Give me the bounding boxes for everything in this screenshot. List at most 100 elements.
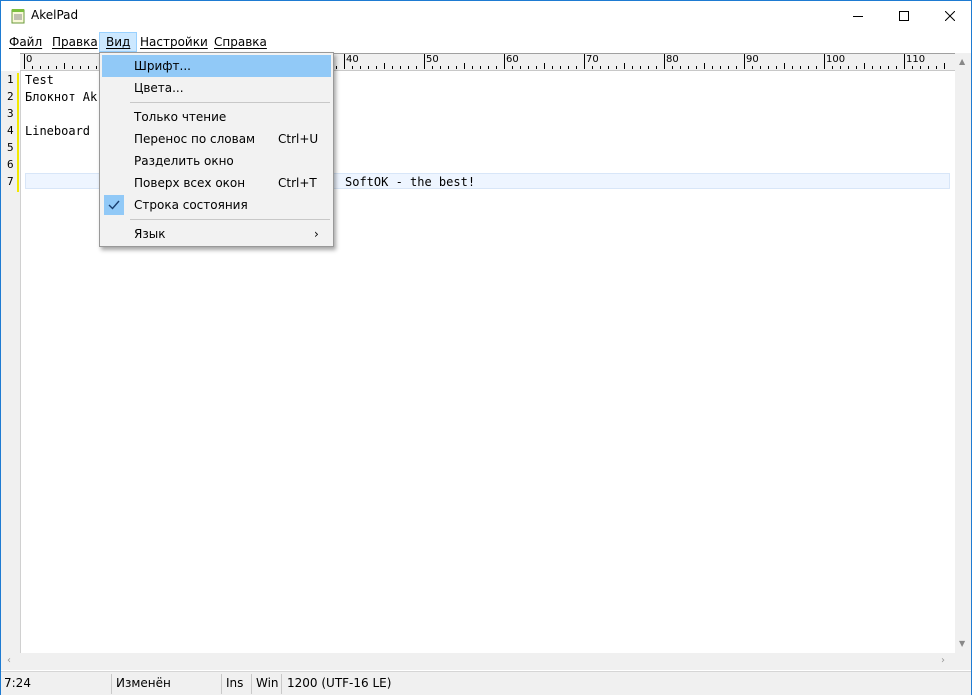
ruler-tick xyxy=(880,66,881,69)
scroll-right-icon[interactable]: › xyxy=(941,655,945,666)
menu-help[interactable]: Справка xyxy=(207,32,274,52)
menu-item-shortcut: Ctrl+U xyxy=(278,132,319,146)
menu-item-split-window[interactable]: Разделить окно xyxy=(102,150,331,172)
ruler-tick xyxy=(616,66,617,69)
ruler-tick xyxy=(936,66,937,69)
menu-separator xyxy=(130,102,330,103)
menu-item-label: Только чтение xyxy=(134,110,227,124)
menu-item-label: Шрифт... xyxy=(134,59,191,73)
ruler-tick xyxy=(824,54,825,69)
ruler-tick xyxy=(88,66,89,69)
status-divider xyxy=(221,674,222,694)
ruler-tick xyxy=(488,66,489,69)
menu-edit[interactable]: Правка xyxy=(45,32,105,52)
ruler-tick xyxy=(784,63,785,69)
line-number: 2 xyxy=(7,90,14,103)
scroll-up-icon[interactable]: ▲ xyxy=(959,57,965,66)
ruler-tick xyxy=(808,66,809,69)
ruler-tick xyxy=(872,66,873,69)
ruler-tick xyxy=(640,66,641,69)
ruler-tick xyxy=(432,66,433,69)
ruler-tick xyxy=(56,66,57,69)
ruler-tick xyxy=(544,63,545,69)
scroll-down-icon[interactable]: ▼ xyxy=(959,639,965,648)
vertical-scrollbar[interactable]: ▲ ▼ xyxy=(955,53,971,653)
menu-item-font[interactable]: Шрифт... xyxy=(102,55,331,77)
ruler-tick xyxy=(96,66,97,69)
ruler-tick xyxy=(472,66,473,69)
ruler-label: 90 xyxy=(746,54,759,65)
ruler-tick xyxy=(672,66,673,69)
ruler-tick xyxy=(424,54,425,69)
scroll-left-icon[interactable]: ‹ xyxy=(7,655,11,666)
ruler-tick xyxy=(512,66,513,69)
maximize-button[interactable] xyxy=(881,1,927,31)
line-number-gutter: 1 2 3 4 5 6 7 xyxy=(1,71,20,653)
editor-line: Test xyxy=(25,73,54,87)
menu-item-label: Поверх всех окон xyxy=(134,176,246,190)
ruler-tick xyxy=(728,66,729,69)
line-number: 1 xyxy=(7,73,14,86)
modified-lines-marker xyxy=(17,73,19,192)
ruler-tick xyxy=(344,54,345,69)
ruler-tick xyxy=(912,66,913,69)
status-divider xyxy=(251,674,252,694)
menu-item-word-wrap[interactable]: Перенос по словам Ctrl+U xyxy=(102,128,331,150)
status-cursor-position: 7:24 xyxy=(4,676,31,690)
menu-item-label: Строка состояния xyxy=(134,198,248,212)
line-number: 6 xyxy=(7,158,14,171)
status-divider xyxy=(281,674,282,694)
menu-item-always-on-top[interactable]: Поверх всех окон Ctrl+T xyxy=(102,172,331,194)
submenu-arrow-icon: › xyxy=(314,227,319,241)
status-newline[interactable]: Win xyxy=(256,676,279,690)
status-encoding[interactable]: 1200 (UTF-16 LE) xyxy=(287,676,391,690)
ruler-tick xyxy=(376,66,377,69)
ruler-label: 40 xyxy=(346,54,359,65)
ruler-tick xyxy=(528,66,529,69)
ruler-tick xyxy=(480,66,481,69)
ruler-tick xyxy=(568,66,569,69)
menu-item-read-only[interactable]: Только чтение xyxy=(102,106,331,128)
ruler-label: 80 xyxy=(666,54,679,65)
menu-item-colors[interactable]: Цвета... xyxy=(102,77,331,99)
minimize-button[interactable] xyxy=(835,1,881,31)
ruler-tick xyxy=(848,66,849,69)
ruler-tick xyxy=(600,66,601,69)
status-insert-mode[interactable]: Ins xyxy=(226,676,243,690)
ruler-tick xyxy=(712,66,713,69)
ruler-tick xyxy=(520,66,521,69)
ruler-tick xyxy=(64,63,65,69)
menu-item-shortcut: Ctrl+T xyxy=(278,176,317,190)
ruler-tick xyxy=(352,66,353,69)
menu-view[interactable]: Вид xyxy=(99,32,138,52)
ruler-tick xyxy=(664,54,665,69)
ruler-tick xyxy=(768,66,769,69)
ruler-tick xyxy=(456,66,457,69)
ruler-tick xyxy=(336,66,337,69)
ruler-tick xyxy=(608,66,609,69)
ruler-tick xyxy=(720,66,721,69)
ruler-tick xyxy=(584,54,585,69)
editor-line: Блокнот Ak xyxy=(25,90,98,104)
menu-item-label: Язык xyxy=(134,227,166,241)
ruler-tick xyxy=(72,66,73,69)
menu-item-label: Цвета... xyxy=(134,81,184,95)
menu-item-status-bar[interactable]: Строка состояния xyxy=(102,194,331,216)
menu-file[interactable]: Файл xyxy=(2,32,49,52)
ruler-tick xyxy=(552,66,553,69)
menu-settings[interactable]: Настройки xyxy=(133,32,215,52)
ruler-tick xyxy=(416,66,417,69)
ruler-tick xyxy=(736,66,737,69)
ruler-tick xyxy=(648,66,649,69)
status-modified: Изменён xyxy=(116,676,171,690)
close-button[interactable] xyxy=(927,1,972,31)
ruler-tick xyxy=(856,66,857,69)
ruler-tick xyxy=(576,66,577,69)
menu-item-language[interactable]: Язык › xyxy=(102,223,331,245)
horizontal-scrollbar[interactable]: ‹ › xyxy=(1,653,955,670)
ruler-tick xyxy=(408,66,409,69)
close-icon xyxy=(945,11,955,21)
ruler-tick xyxy=(496,66,497,69)
editor-line: SoftOK - the best! xyxy=(345,175,476,189)
ruler-tick xyxy=(360,66,361,69)
